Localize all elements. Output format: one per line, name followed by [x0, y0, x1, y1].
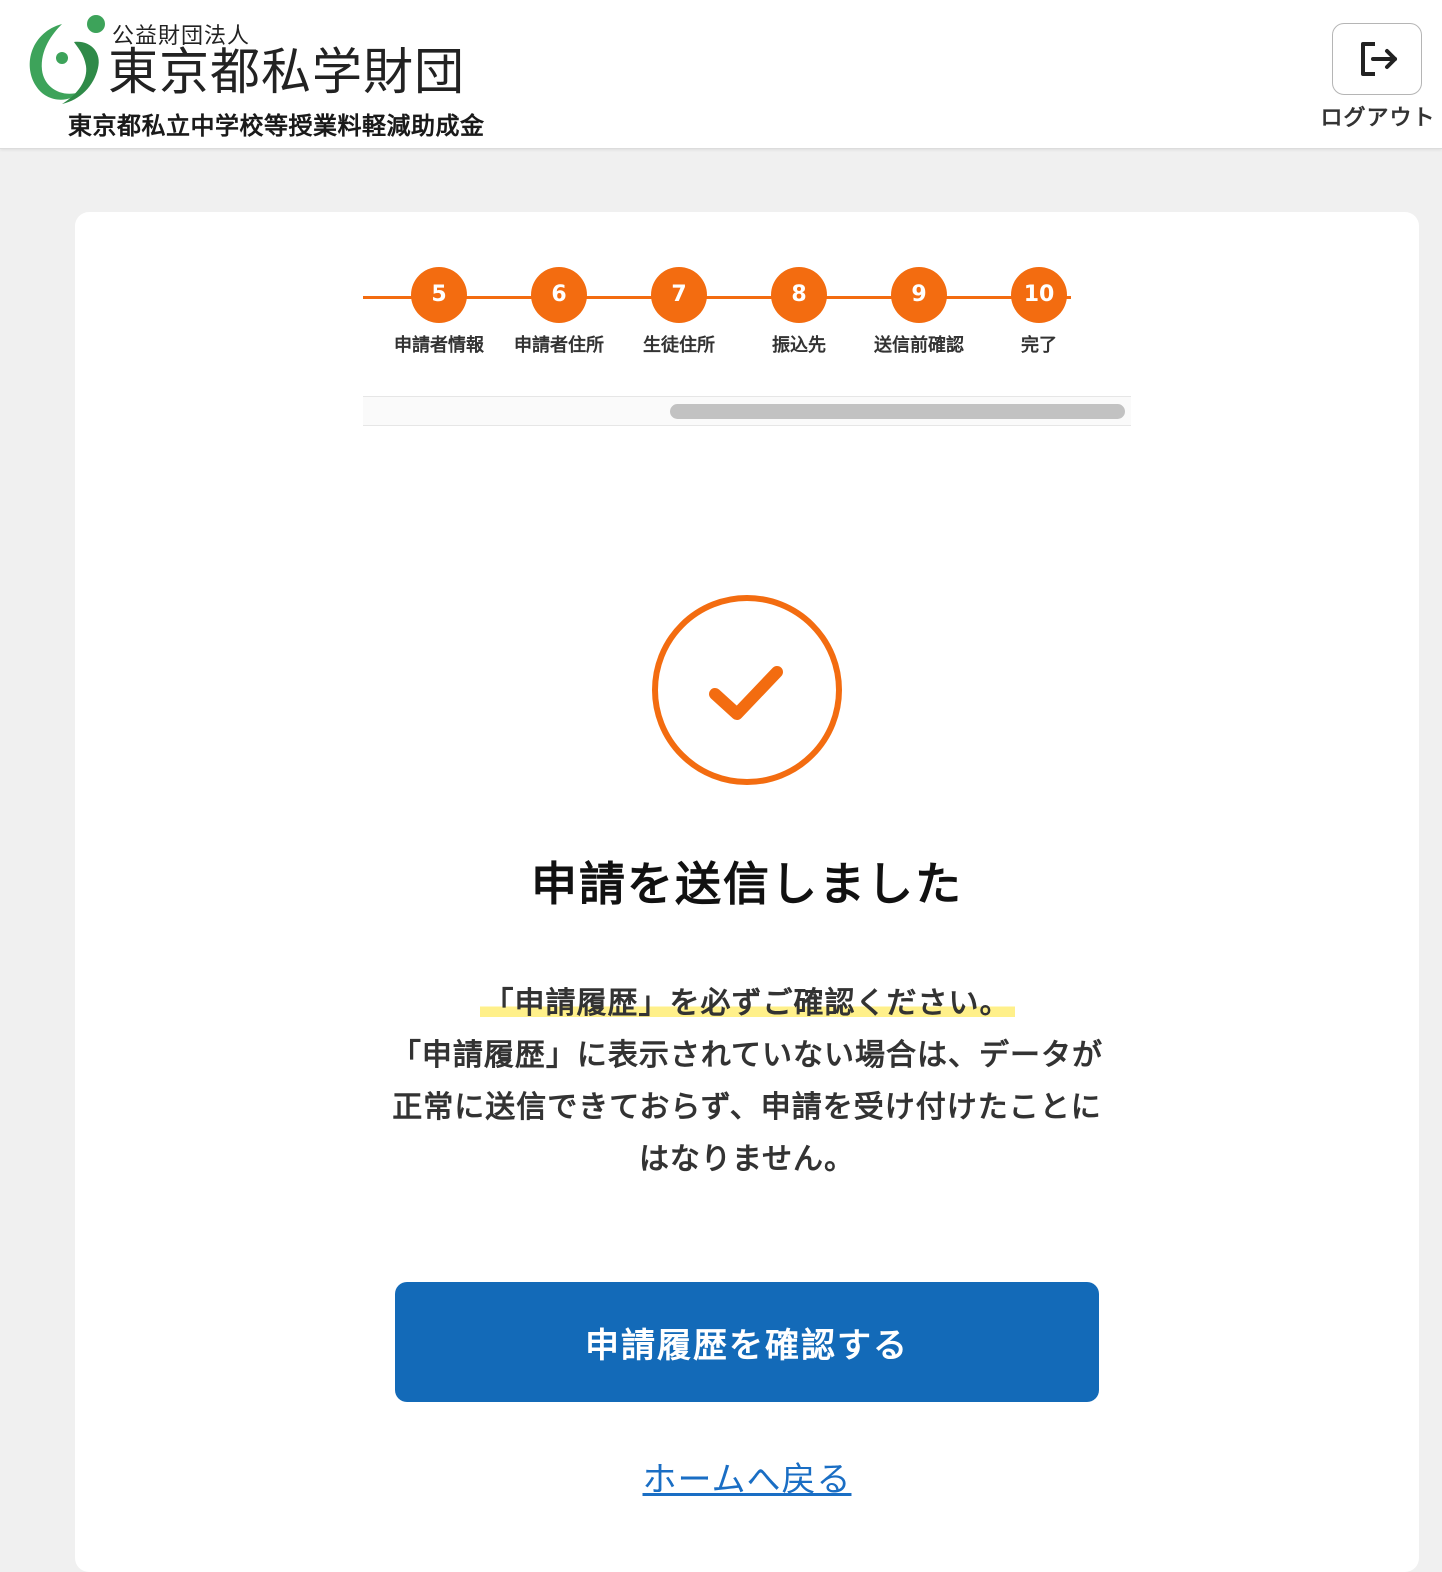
view-history-button[interactable]: 申請履歴を確認する — [395, 1282, 1099, 1402]
program-name: 東京都私立中学校等授業料軽減助成金 — [68, 112, 485, 140]
step-label: 振込先 — [772, 335, 826, 356]
success-title: 申請を送信しました — [531, 857, 963, 911]
step-label: 完了 — [1021, 335, 1057, 356]
step-6: 6 申請者住所 — [499, 267, 619, 357]
progress-stepper: 5 申請者情報 6 申請者住所 7 生徒住所 8 振込先 9 送信前確認 10 … — [363, 267, 1131, 447]
step-number: 7 — [651, 267, 707, 323]
notice-highlight: 「申請履歴」を必ずご確認ください。 — [479, 986, 1015, 1021]
step-number: 9 — [891, 267, 947, 323]
notice-body: 「申請履歴」に表示されていない場合は、データが正常に送信できておらず、申請を受け… — [390, 1038, 1104, 1177]
step-number: 8 — [771, 267, 827, 323]
step-number: 5 — [411, 267, 467, 323]
logout-label[interactable]: ログアウト — [1316, 100, 1440, 132]
scrollbar-thumb[interactable] — [670, 404, 1125, 419]
step-10: 10 完了 — [979, 267, 1099, 357]
completion-card: 5 申請者情報 6 申請者住所 7 生徒住所 8 振込先 9 送信前確認 10 … — [75, 212, 1419, 1572]
step-label: 送信前確認 — [874, 335, 964, 356]
logout-button[interactable] — [1332, 23, 1422, 95]
site-header: 公益財団法人 東京都私学財団 東京都私立中学校等授業料軽減助成金 ログアウト — [0, 0, 1442, 149]
foundation-logo-icon — [29, 15, 105, 104]
org-name: 東京都私学財団 — [108, 43, 465, 101]
stepper-scrollbar[interactable] — [363, 396, 1131, 426]
step-label: 申請者情報 — [394, 335, 484, 356]
step-8: 8 振込先 — [739, 267, 859, 357]
step-number: 6 — [531, 267, 587, 323]
back-home-link[interactable]: ホームへ戻る — [75, 1452, 1419, 1501]
logout-icon — [1361, 42, 1397, 76]
notice-text: 「申請履歴」を必ずご確認ください。 「申請履歴」に表示されていない場合は、データ… — [387, 978, 1107, 1186]
step-number: 10 — [1011, 267, 1067, 323]
step-9: 9 送信前確認 — [859, 267, 979, 357]
check-circle-icon — [652, 595, 842, 785]
step-label: 申請者住所 — [514, 335, 604, 356]
step-7: 7 生徒住所 — [619, 267, 739, 357]
step-label: 生徒住所 — [643, 335, 715, 356]
step-5: 5 申請者情報 — [379, 267, 499, 357]
